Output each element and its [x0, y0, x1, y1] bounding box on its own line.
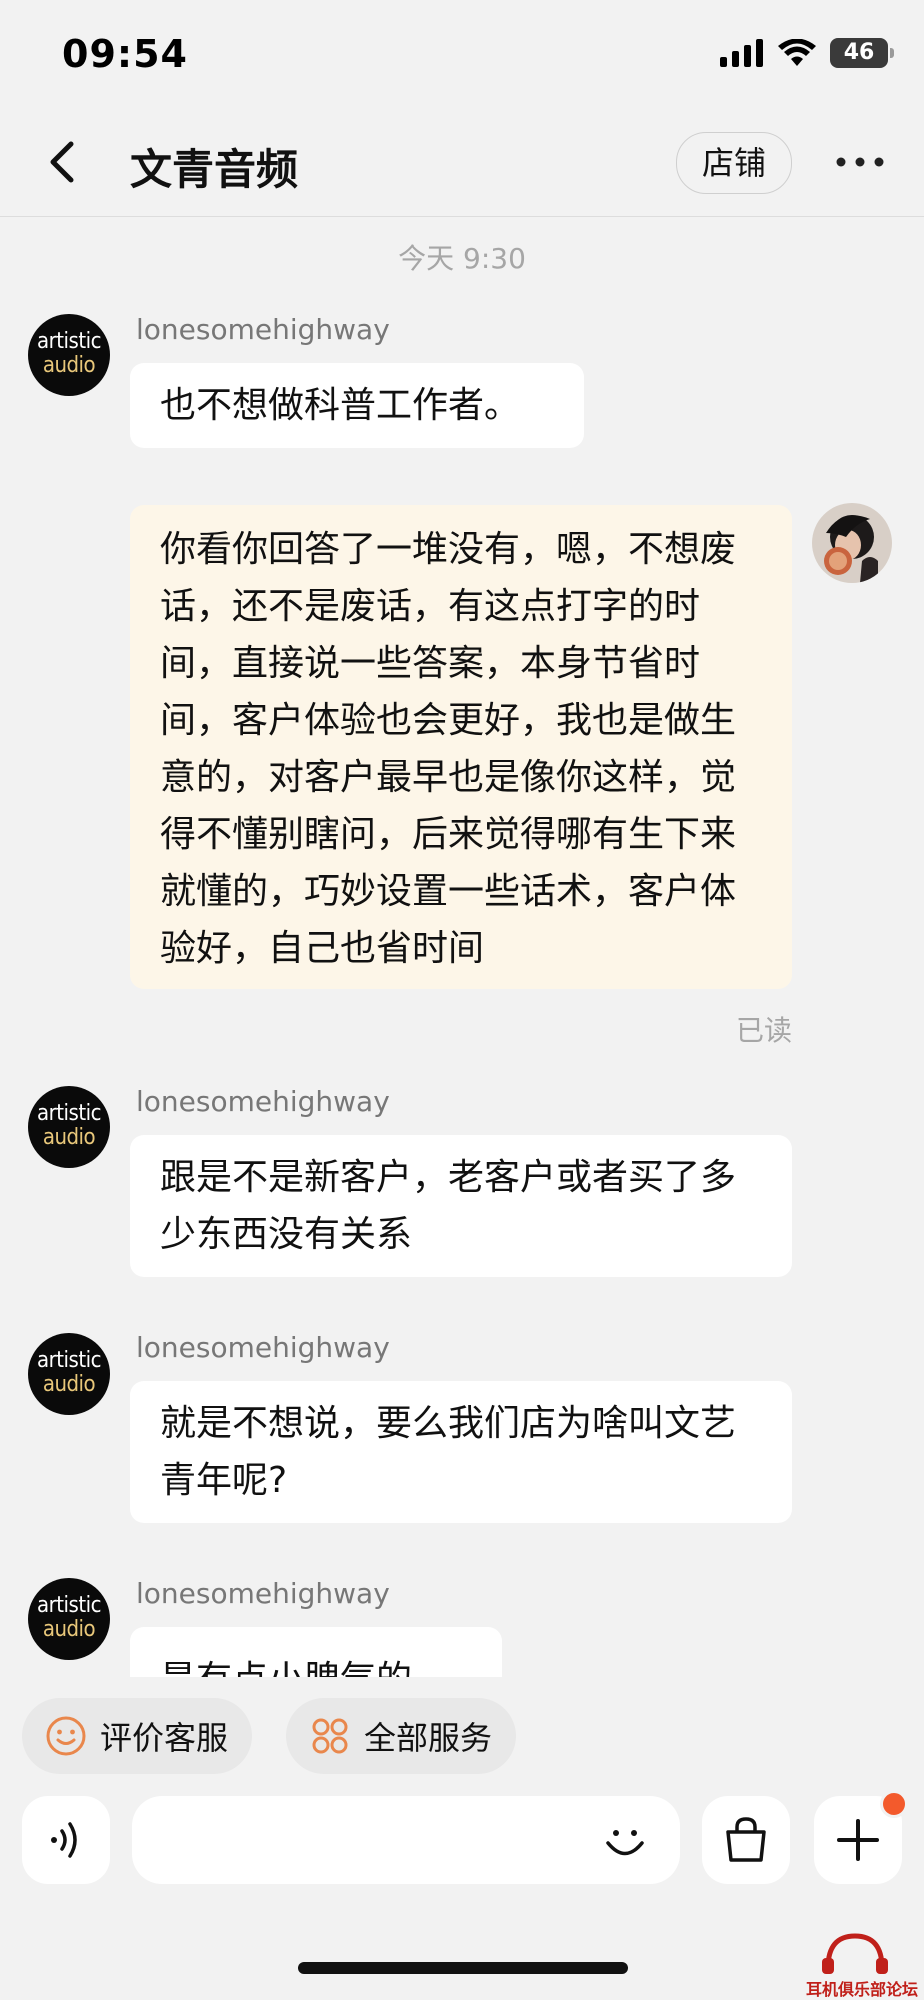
shop-avatar[interactable]: artistic audio	[28, 314, 110, 396]
avatar-logo-line2: audio	[42, 353, 96, 378]
status-icons: 46	[720, 38, 894, 68]
watermark-text: 耳机俱乐部论坛	[805, 1980, 918, 1999]
avatar-logo-line2: audio	[42, 1125, 96, 1150]
shop-avatar[interactable]: artistic audio	[28, 1333, 110, 1415]
shopping-bag-icon	[726, 1817, 766, 1862]
shop-avatar[interactable]: artistic audio	[28, 1086, 110, 1168]
avatar-logo-line1: artistic	[37, 329, 101, 354]
avatar-logo-line1: artistic	[37, 1593, 101, 1618]
home-indicator	[298, 1962, 628, 1974]
quick-actions-bar: 评价客服 全部服务	[0, 1698, 924, 1778]
message-bubble[interactable]: 是有点小脾气的	[130, 1627, 502, 1677]
battery-indicator: 46	[830, 38, 894, 68]
sender-name: lonesomehighway	[136, 313, 390, 346]
voice-icon	[51, 1822, 77, 1858]
all-services-button[interactable]: 全部服务	[286, 1698, 517, 1774]
smiley-icon	[44, 1714, 88, 1758]
chevron-left-icon	[50, 141, 74, 183]
back-button[interactable]	[34, 134, 90, 190]
store-button[interactable]: 店铺	[676, 132, 792, 194]
rate-service-label: 评价客服	[100, 1719, 229, 1757]
sender-name: lonesomehighway	[136, 1331, 390, 1364]
shop-avatar[interactable]: artistic audio	[28, 1578, 110, 1660]
chat-messages[interactable]: 今天 9:30 artistic audio lonesomehighway 也…	[0, 217, 924, 1677]
more-button[interactable]	[830, 140, 890, 184]
message-bubble[interactable]: 也不想做科普工作者。	[130, 363, 584, 448]
chat-header: 文青音频 店铺	[0, 110, 924, 217]
message-bubble[interactable]: 就是不想说，要么我们店为啥叫文艺青年呢?	[130, 1381, 792, 1523]
read-status: 已读	[735, 1014, 792, 1047]
all-services-label: 全部服务	[364, 1719, 493, 1757]
sender-name: lonesomehighway	[136, 1085, 390, 1118]
status-time: 09:54	[62, 32, 188, 76]
more-dots-icon	[836, 157, 884, 167]
more-actions-button[interactable]	[814, 1790, 908, 1884]
user-avatar[interactable]	[812, 503, 892, 583]
chat-timestamp: 今天 9:30	[398, 242, 526, 275]
avatar-logo-line2: audio	[42, 1372, 96, 1397]
services-grid-icon	[308, 1714, 352, 1758]
message-bubble[interactable]: 跟是不是新客户，老客户或者买了多少东西没有关系	[130, 1135, 792, 1277]
order-bag-button[interactable]	[702, 1796, 790, 1884]
notification-badge	[880, 1790, 908, 1818]
message-bubble-outgoing[interactable]: 你看你回答了一堆没有，嗯，不想废话，还不是废话，有这点打字的时间，直接说一些答案…	[130, 505, 792, 989]
watermark: 耳机俱乐部论坛	[770, 1928, 920, 2000]
wifi-icon	[778, 39, 816, 66]
voice-button[interactable]	[22, 1796, 110, 1884]
emoji-button[interactable]	[598, 1814, 652, 1868]
input-bar	[0, 1790, 924, 1886]
headphone-logo-icon	[822, 1933, 888, 1974]
user-avatar-photo	[812, 503, 892, 583]
sender-name: lonesomehighway	[136, 1577, 390, 1610]
avatar-logo-line1: artistic	[37, 1348, 101, 1373]
emoji-icon	[606, 1830, 644, 1856]
rate-service-button[interactable]: 评价客服	[22, 1698, 253, 1774]
avatar-logo-line1: artistic	[37, 1101, 101, 1126]
page-title: 文青音频	[130, 145, 299, 194]
plus-icon	[837, 1819, 879, 1861]
avatar-logo-line2: audio	[42, 1617, 96, 1642]
signal-icon	[720, 39, 763, 67]
status-bar: 09:54 46	[0, 0, 924, 110]
